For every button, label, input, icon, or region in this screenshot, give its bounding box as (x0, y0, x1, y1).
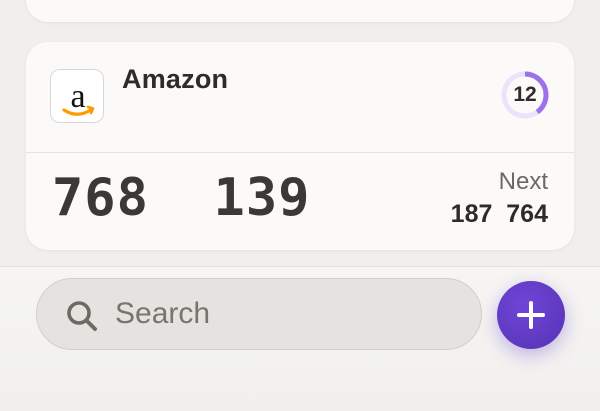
add-account-button[interactable] (497, 281, 565, 349)
countdown-seconds: 12 (513, 83, 537, 106)
search-input[interactable] (115, 293, 455, 335)
svg-text:a: a (70, 78, 85, 115)
search-bar[interactable] (36, 278, 482, 350)
card-divider (26, 152, 574, 153)
search-icon (67, 301, 97, 331)
amazon-logo-icon: a (50, 69, 104, 123)
countdown-timer: 12 (500, 70, 550, 120)
account-card-amazon[interactable]: a Amazon 12 768 139 Next 187 764 (26, 42, 574, 250)
next-code-label: Next (498, 168, 548, 195)
plus-icon (517, 301, 545, 329)
next-code[interactable]: 187 764 (451, 200, 548, 229)
current-code[interactable]: 768 139 (52, 168, 310, 228)
account-name: Amazon (122, 64, 229, 94)
previous-account-card[interactable] (26, 0, 574, 22)
